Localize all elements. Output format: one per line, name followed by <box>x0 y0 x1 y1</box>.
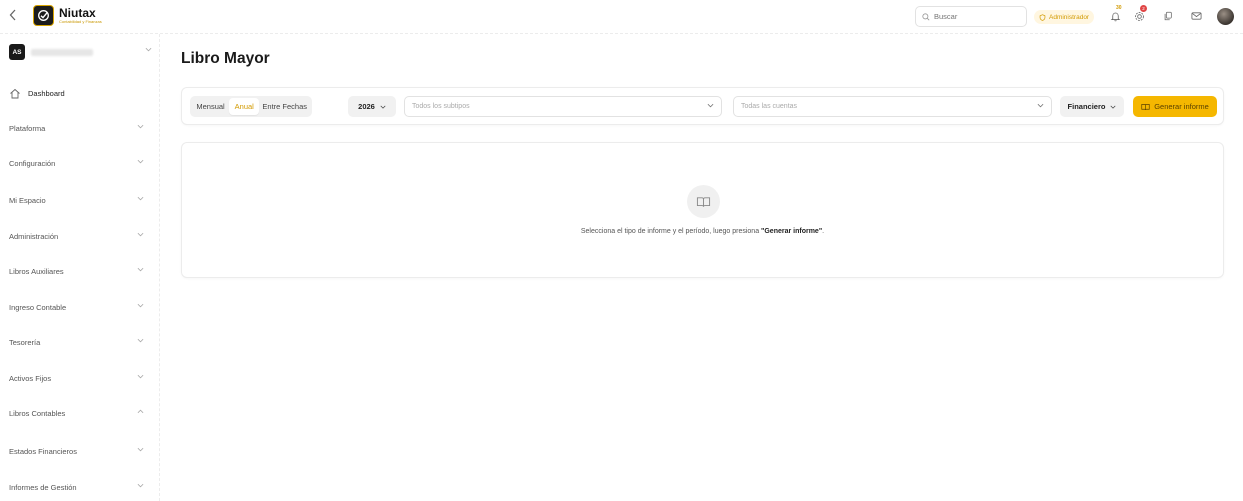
chevron-down-icon <box>145 47 152 52</box>
notifications-button[interactable]: 30 <box>1108 5 1122 23</box>
chevron-down-icon <box>137 447 144 452</box>
year-value: 2026 <box>358 102 375 111</box>
mail-icon <box>1191 12 1201 20</box>
sidebar-item-label: Ingreso Contable <box>9 302 67 312</box>
period-option-mensual[interactable]: Mensual <box>192 98 229 115</box>
book-open-icon <box>687 185 720 218</box>
report-type-value: Financiero <box>1067 102 1106 111</box>
empty-state-text: Selecciona el tipo de informe y el perío… <box>580 228 762 235</box>
bell-icon <box>1110 12 1120 21</box>
sidebar-item-estados-financieros[interactable]: Estados Financieros <box>9 444 144 458</box>
user-avatar[interactable] <box>1217 8 1234 25</box>
sidebar-item-label: Mi Espacio <box>9 195 46 205</box>
accounts-select[interactable]: Todas las cuentas <box>733 96 1052 117</box>
search-box[interactable] <box>915 6 1027 27</box>
role-label: Administrador <box>1049 13 1090 21</box>
period-option-entre-fechas[interactable]: Entre Fechas <box>259 98 310 115</box>
logo-mark-icon <box>33 5 54 26</box>
sidebar-item-libros-auxiliares[interactable]: Libros Auxiliares <box>9 264 144 278</box>
chevron-down-icon <box>137 124 144 129</box>
year-select[interactable]: 2026 <box>348 96 396 117</box>
accounts-placeholder: Todas las cuentas <box>741 103 798 110</box>
chevron-down-icon <box>137 303 144 308</box>
page-title: Libro Mayor <box>181 50 270 67</box>
sidebar-item-libros-contables[interactable]: Libros Contables <box>9 406 144 420</box>
alerts-button[interactable]: 2 <box>1132 5 1147 23</box>
workspace-switcher[interactable]: AS <box>9 44 152 60</box>
sidebar-item-label: Activos Fijos <box>9 373 52 383</box>
sidebar-item-plataforma[interactable]: Plataforma <box>9 121 144 135</box>
sidebar: AS Dashboard Plataforma Configuración Mi… <box>0 34 160 501</box>
chevron-down-icon <box>137 159 144 164</box>
report-type-select[interactable]: Financiero <box>1060 96 1124 117</box>
sidebar-item-label: Informes de Gestión <box>9 482 77 492</box>
chevron-up-icon <box>137 409 144 414</box>
workspace-initials: AS <box>9 44 25 60</box>
generate-report-label: Generar informe <box>1154 102 1209 111</box>
sidebar-item-label: Configuración <box>9 158 56 168</box>
sidebar-item-configuracion[interactable]: Configuración <box>9 156 144 170</box>
notifications-count: 30 <box>1116 5 1122 11</box>
chevron-down-icon <box>137 196 144 201</box>
home-icon <box>10 88 20 98</box>
period-segmented-control: Mensual Anual Entre Fechas <box>190 96 312 117</box>
chevron-down-icon <box>137 267 144 272</box>
sidebar-item-tesoreria[interactable]: Tesorería <box>9 335 144 349</box>
sidebar-item-label: Estados Financieros <box>9 446 77 456</box>
sidebar-item-label: Libros Contables <box>9 408 66 418</box>
sidebar-item-label: Dashboard <box>28 88 65 98</box>
empty-state-card: Selecciona el tipo de informe y el perío… <box>181 142 1224 278</box>
sidebar-item-label: Administración <box>9 231 59 241</box>
generate-report-button[interactable]: Generar informe <box>1133 96 1217 117</box>
sidebar-item-label: Libros Auxiliares <box>9 266 64 276</box>
sidebar-item-label: Tesorería <box>9 337 41 347</box>
brand-tagline: Contabilidad y Finanzas <box>59 19 102 24</box>
chevron-down-icon <box>1110 105 1116 109</box>
copy-icon <box>1164 11 1172 21</box>
back-chevron-icon[interactable] <box>9 9 21 23</box>
sidebar-item-administracion[interactable]: Administración <box>9 229 144 243</box>
chevron-down-icon <box>707 103 714 108</box>
top-bar: Niutax Contabilidad y Finanzas Administr… <box>0 0 1243 34</box>
sidebar-item-ingreso-contable[interactable]: Ingreso Contable <box>9 300 144 314</box>
period-option-anual[interactable]: Anual <box>229 98 260 115</box>
copy-button[interactable] <box>1161 9 1175 23</box>
chevron-down-icon <box>1037 103 1044 108</box>
messages-button[interactable] <box>1189 9 1203 23</box>
empty-state-emphasis: "Generar informe" <box>761 228 823 235</box>
search-input[interactable] <box>934 12 1014 21</box>
sidebar-item-dashboard[interactable]: Dashboard <box>9 86 144 100</box>
brand-name: Niutax <box>59 6 96 20</box>
shield-icon <box>1039 13 1046 21</box>
empty-state-period: . <box>822 228 825 235</box>
book-icon <box>1141 103 1150 110</box>
chevron-down-icon <box>137 374 144 379</box>
chevron-down-icon <box>380 105 386 109</box>
sidebar-item-informes-de-gestion[interactable]: Informes de Gestión <box>9 480 144 494</box>
chevron-down-icon <box>137 483 144 488</box>
chevron-down-icon <box>137 338 144 343</box>
subtypes-select[interactable]: Todos los subtipos <box>404 96 722 117</box>
sidebar-item-mi-espacio[interactable]: Mi Espacio <box>9 193 144 207</box>
subtypes-placeholder: Todos los subtipos <box>412 103 470 110</box>
empty-state-message: Selecciona el tipo de informe y el perío… <box>182 228 1223 235</box>
sidebar-item-label: Plataforma <box>9 123 46 133</box>
workspace-name-redacted <box>31 48 93 56</box>
gear-icon <box>1134 11 1144 21</box>
app-logo[interactable]: Niutax Contabilidad y Finanzas <box>33 5 102 26</box>
sidebar-item-activos-fijos[interactable]: Activos Fijos <box>9 371 144 385</box>
search-icon <box>922 12 930 20</box>
filter-bar: Mensual Anual Entre Fechas 2026 Todos lo… <box>181 87 1224 125</box>
chevron-down-icon <box>137 232 144 237</box>
alerts-count: 2 <box>1140 5 1147 12</box>
role-badge[interactable]: Administrador <box>1034 10 1095 24</box>
